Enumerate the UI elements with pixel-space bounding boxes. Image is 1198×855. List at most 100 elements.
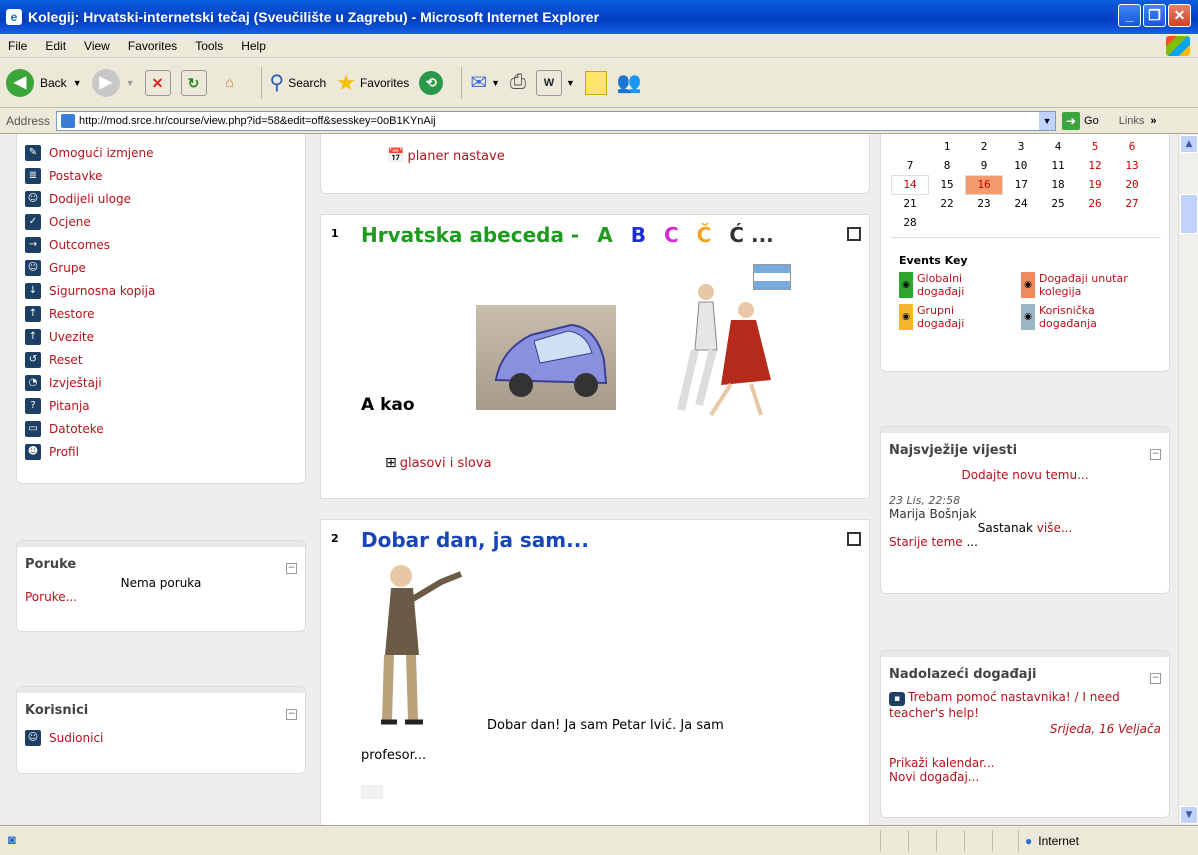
search-icon: ⚲ [269,72,285,94]
scroll-down-icon[interactable]: ▼ [1180,806,1198,824]
admin-item-reports[interactable]: ◔ Izvještaji [25,371,305,394]
admin-item-outcomes[interactable]: → Outcomes [25,233,305,256]
menu-bar: File Edit View Favorites Tools Help [0,34,1198,58]
planner-link[interactable]: planer nastave [407,149,504,164]
search-button[interactable]: ⚲ Search [270,70,327,95]
course-section-1: 1 Hrvatska abeceda - A B C Č Ć ... A kao… [320,214,870,499]
section-1-title: Hrvatska abeceda - [361,223,580,247]
reset-icon: ↺ [25,351,41,368]
upcoming-event[interactable]: ▪ Trebam pomoć nastavnika! / I need teach… [889,690,1161,720]
maximize-button[interactable]: ❐ [1143,4,1166,27]
calendar-icon: 📅 [387,148,405,164]
edit-button[interactable]: W ▼ [536,69,575,96]
home-icon: ⌂ [225,73,234,90]
new-event-link[interactable]: Novi događaj... [889,770,1161,784]
history-button[interactable]: ⟲ [419,70,444,95]
files-icon: ▭ [25,420,41,437]
links-label[interactable]: Links [1119,115,1145,127]
collapse-icon[interactable]: − [1150,673,1161,684]
news-more-link[interactable]: više... [1037,521,1073,535]
scroll-up-icon[interactable]: ▲ [1180,135,1198,153]
calendar-today[interactable]: 16 [965,174,1003,195]
forward-button[interactable]: ▶ ▼ [91,68,135,97]
admin-item-restore[interactable]: ↑ Restore [25,302,305,325]
placeholder-box [361,785,383,799]
backup-icon: ↓ [25,282,41,299]
refresh-button[interactable]: ↻ [180,69,207,96]
planner-link-row[interactable]: 📅 planer nastave [387,148,505,164]
highlight-toggle-icon[interactable] [847,532,861,546]
news-title: Najsvježije vijesti [889,443,1018,458]
collapse-icon[interactable]: − [286,563,297,574]
minimize-button[interactable]: _ [1118,4,1141,27]
menu-edit[interactable]: Edit [45,39,66,53]
mail-button[interactable]: ✉ ▼ [470,70,500,95]
menu-view[interactable]: View [84,39,110,53]
admin-item-backup[interactable]: ↓ Sigurnosna kopija [25,279,305,302]
refresh-icon: ↻ [180,69,207,96]
collapse-icon[interactable]: − [1150,449,1161,460]
roles-icon: ☺ [25,190,41,207]
admin-item-questions[interactable]: ? Pitanja [25,394,305,417]
add-topic-link[interactable]: Dodajte novu temu... [889,468,1161,482]
import-icon: ↑ [25,328,41,345]
calendar-week: 21 22 23 24 25 26 27 [903,197,1139,211]
collapse-icon[interactable]: − [286,709,297,720]
admin-item-roles[interactable]: ☺ Dodijeli uloge [25,187,305,210]
messages-link[interactable]: Poruke... [25,590,297,604]
back-button[interactable]: ◀ Back ▼ [6,68,82,97]
menu-favorites[interactable]: Favorites [128,39,177,53]
older-topics-link[interactable]: Starije teme [889,535,963,549]
section-2-title: Dobar dan, ja sam... [361,528,589,552]
sounds-link-row[interactable]: ⊞ glasovi i slova [385,455,491,471]
menu-tools[interactable]: Tools [195,39,223,53]
go-button[interactable]: ➜ Go [1062,111,1099,130]
events-key-global[interactable]: ◉ Globalni događaji [899,272,1021,298]
vertical-scrollbar[interactable]: ▲ ▼ [1178,134,1198,825]
car-image [476,305,616,410]
windows-flag-icon [1166,36,1190,56]
news-block: Najsvježije vijesti − Dodajte novu temu.… [880,426,1170,594]
favorites-button[interactable]: ★ Favorites [336,70,409,96]
participants-item[interactable]: ☺ Sudionici [25,726,297,749]
print-button[interactable]: ⎙ [510,71,526,94]
upcoming-events-block: Nadolazeći događaji − ▪ Trebam pomoć nast… [880,650,1170,818]
home-button[interactable]: ⌂ [217,70,243,96]
show-calendar-link[interactable]: Prikaži kalendar... [889,756,1161,770]
address-bar: Address http://mod.srce.hr/course/view.p… [0,108,1198,134]
go-arrow-icon: ➜ [1062,111,1081,130]
admin-item-files[interactable]: ▭ Datoteke [25,417,305,440]
menu-help[interactable]: Help [241,39,266,53]
events-key-group[interactable]: ◉ Grupni događaji [899,304,1021,330]
discuss-button[interactable] [584,70,607,95]
menu-file[interactable]: File [8,39,27,53]
note-icon [584,70,607,95]
highlight-toggle-icon[interactable] [847,227,861,241]
section-number: 2 [331,532,339,545]
address-input[interactable]: http://mod.srce.hr/course/view.php?id=58… [56,110,1057,131]
a-kao-text: A kao [361,395,415,415]
events-key: ◉ Globalni događaji ◉ Događaji unutar kole… [899,272,1159,334]
admin-item-profile[interactable]: ☻ Profil [25,440,305,463]
upcoming-event-link[interactable]: Trebam pomoć nastavnika! / I need teache… [889,690,1120,720]
admin-item-edit[interactable]: ✎ Omogući izmjene [25,141,305,164]
admin-item-settings[interactable]: ≣ Postavke [25,164,305,187]
admin-item-import[interactable]: ↑ Uvezite [25,325,305,348]
window-title-bar: e Kolegij: Hrvatski-internetski tečaj (S… [0,0,1198,34]
admin-item-groups[interactable]: ☺ Grupe [25,256,305,279]
admin-item-grades[interactable]: ✓ Ocjene [25,210,305,233]
close-button[interactable]: ✕ [1168,4,1191,27]
forward-arrow-icon: ▶ [91,68,120,97]
chevron-down-icon: ▼ [491,77,500,88]
messenger-button[interactable]: 👥 [617,70,642,95]
address-dropdown-icon[interactable]: ▼ [1039,111,1056,130]
chat-icon: ▪ [889,692,905,706]
events-key-user[interactable]: ◉ Korisnička događanja [1021,304,1159,330]
events-key-course[interactable]: ◉ Događaji unutar kolegija [1021,272,1159,298]
course-section-2: 2 Dobar dan, ja sam... Dobar dan! Ja sam… [320,519,870,825]
scroll-thumb[interactable] [1180,194,1198,234]
sounds-link[interactable]: glasovi i slova [400,456,492,471]
stop-button[interactable]: ✕ [144,69,171,96]
admin-item-reset[interactable]: ↺ Reset [25,348,305,371]
settings-icon: ≣ [25,167,41,184]
